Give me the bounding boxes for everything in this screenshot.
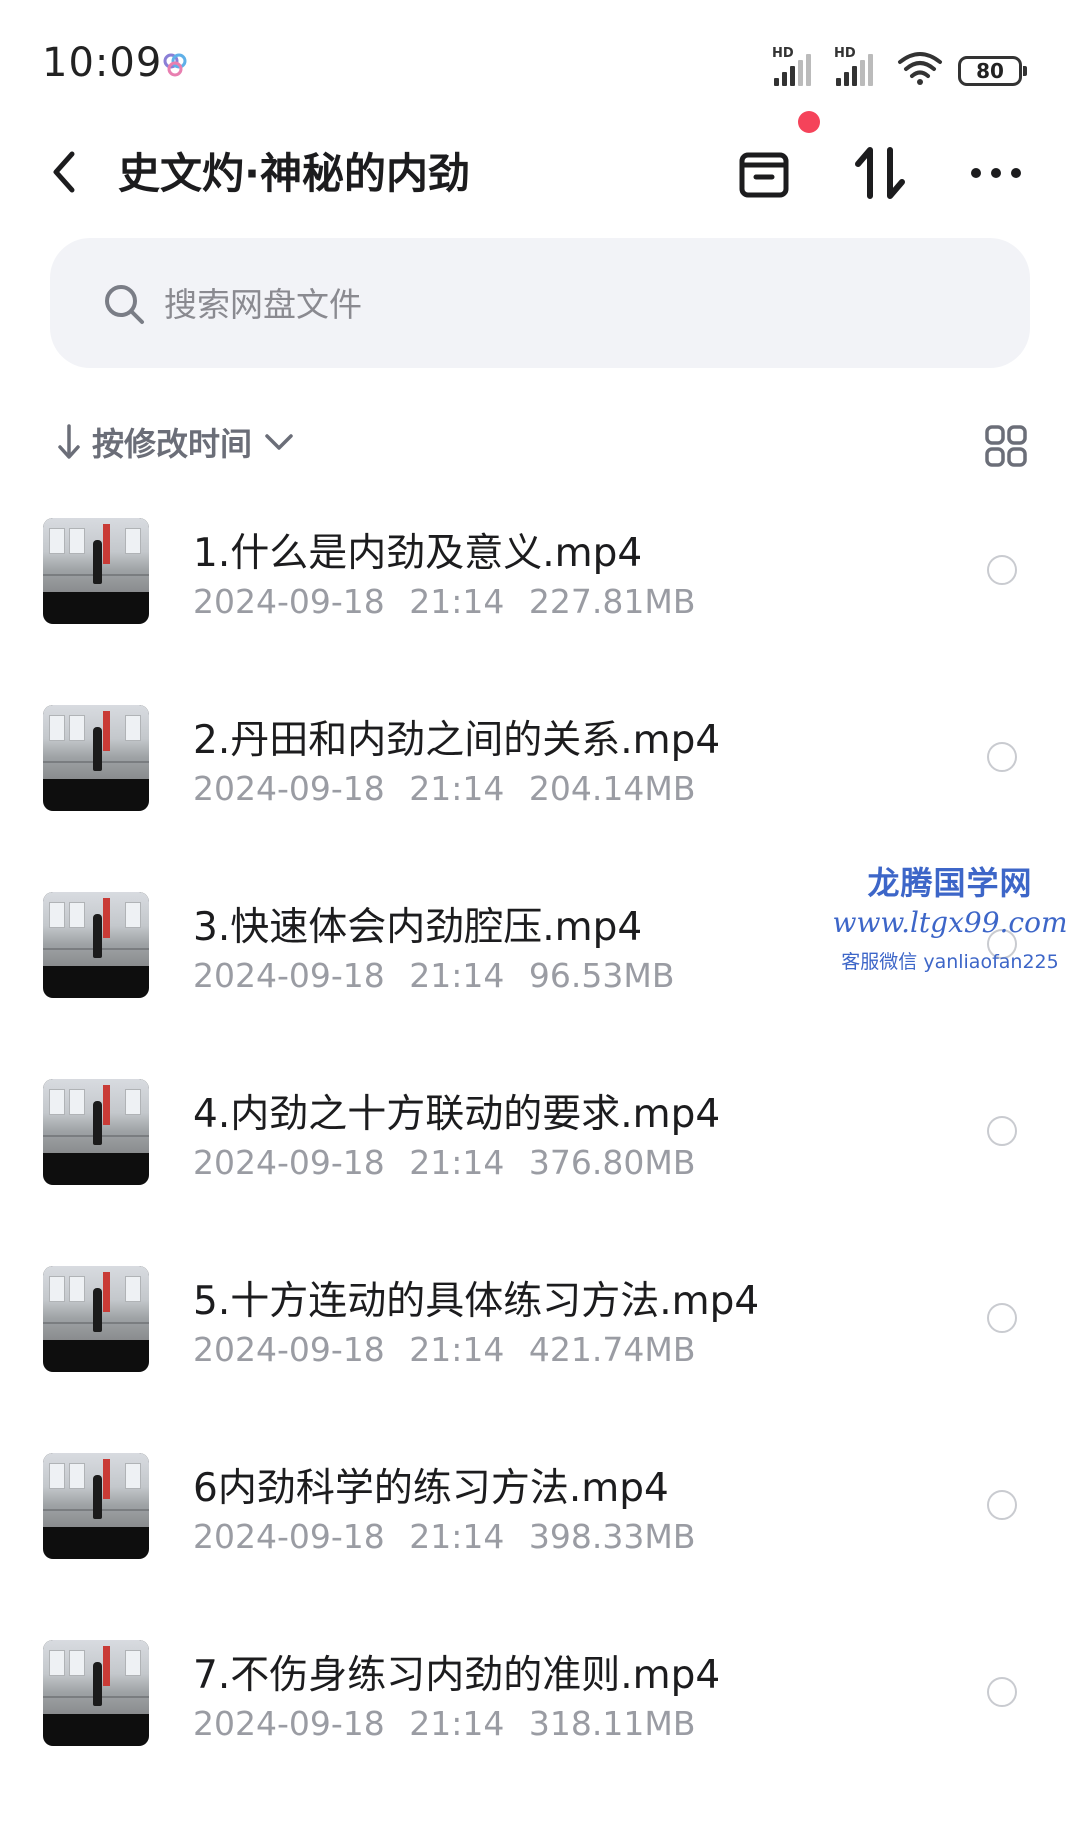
- file-row[interactable]: 3.快速体会内劲腔压.mp4 2024-09-18 21:14 96.53MB: [0, 874, 1080, 1024]
- file-meta: 2024-09-18 21:14 398.33MB: [193, 1517, 695, 1556]
- notification-dot: [798, 111, 820, 133]
- transfer-button[interactable]: [848, 138, 912, 208]
- archive-box-icon: [739, 152, 789, 198]
- select-radio[interactable]: [987, 1677, 1017, 1707]
- file-time: 21:14: [409, 769, 505, 808]
- video-thumbnail: [43, 1453, 149, 1559]
- file-name: 4.内劲之十方联动的要求.mp4: [193, 1092, 721, 1137]
- sort-label: 按修改时间: [92, 425, 253, 463]
- file-row[interactable]: 4.内劲之十方联动的要求.mp4 2024-09-18 21:14 376.80…: [0, 1061, 1080, 1211]
- file-size: 376.80MB: [528, 1143, 696, 1182]
- app-notification-icon: [163, 53, 187, 77]
- file-size: 227.81MB: [528, 582, 696, 621]
- file-time: 21:14: [409, 1704, 505, 1743]
- wifi-icon: [898, 52, 942, 85]
- file-meta: 2024-09-18 21:14 204.14MB: [193, 769, 695, 808]
- status-time: 10:09: [42, 40, 163, 86]
- file-name: 6内劲科学的练习方法.mp4: [193, 1466, 669, 1511]
- video-thumbnail: [43, 1266, 149, 1372]
- file-date: 2024-09-18: [193, 1517, 385, 1556]
- file-date: 2024-09-18: [193, 582, 385, 621]
- file-date: 2024-09-18: [193, 1330, 385, 1369]
- select-radio[interactable]: [987, 1303, 1017, 1333]
- app-header: 史文灼·神秘的内劲: [0, 120, 1080, 230]
- back-chevron-icon[interactable]: [44, 146, 84, 198]
- search-icon: [105, 285, 144, 324]
- more-dots-icon: [971, 168, 1021, 178]
- file-time: 21:14: [409, 956, 505, 995]
- select-radio[interactable]: [987, 1490, 1017, 1520]
- grid-view-icon[interactable]: [985, 425, 1027, 467]
- file-time: 21:14: [409, 582, 505, 621]
- select-radio[interactable]: [987, 929, 1017, 959]
- file-date: 2024-09-18: [193, 1704, 385, 1743]
- sort-bar: 按修改时间: [0, 415, 1080, 475]
- video-thumbnail: [43, 892, 149, 998]
- file-time: 21:14: [409, 1330, 505, 1369]
- file-size: 421.74MB: [528, 1330, 696, 1369]
- file-name: 2.丹田和内劲之间的关系.mp4: [193, 718, 721, 763]
- select-radio[interactable]: [987, 742, 1017, 772]
- search-input[interactable]: [162, 274, 966, 334]
- archive-button[interactable]: [732, 138, 796, 208]
- file-row[interactable]: 6内劲科学的练习方法.mp4 2024-09-18 21:14 398.33MB: [0, 1435, 1080, 1585]
- file-meta: 2024-09-18 21:14 376.80MB: [193, 1143, 695, 1182]
- select-radio[interactable]: [987, 1116, 1017, 1146]
- file-time: 21:14: [409, 1517, 505, 1556]
- file-row[interactable]: 7.不伤身练习内劲的准则.mp4 2024-09-18 21:14 318.11…: [0, 1622, 1080, 1772]
- more-button[interactable]: [964, 138, 1028, 208]
- transfer-arrows-icon: [855, 147, 905, 199]
- file-size: 398.33MB: [528, 1517, 696, 1556]
- video-thumbnail: [43, 1640, 149, 1746]
- battery-indicator: 80: [958, 56, 1027, 86]
- file-meta: 2024-09-18 21:14 421.74MB: [193, 1330, 695, 1369]
- signal-icon: HD: [772, 46, 820, 86]
- signal-icon: HD: [834, 46, 882, 86]
- file-name: 7.不伤身练习内劲的准则.mp4: [193, 1653, 721, 1698]
- file-meta: 2024-09-18 21:14 96.53MB: [193, 956, 674, 995]
- file-row[interactable]: 2.丹田和内劲之间的关系.mp4 2024-09-18 21:14 204.14…: [0, 687, 1080, 837]
- file-name: 1.什么是内劲及意义.mp4: [193, 531, 643, 576]
- file-size: 318.11MB: [528, 1704, 696, 1743]
- file-size: 96.53MB: [528, 956, 675, 995]
- file-meta: 2024-09-18 21:14 227.81MB: [193, 582, 695, 621]
- chevron-down-icon: [265, 434, 293, 450]
- select-radio[interactable]: [987, 555, 1017, 585]
- video-thumbnail: [43, 518, 149, 624]
- search-bar[interactable]: [50, 238, 1030, 368]
- file-row[interactable]: 1.什么是内劲及意义.mp4 2024-09-18 21:14 227.81MB: [0, 500, 1080, 650]
- file-name: 3.快速体会内劲腔压.mp4: [193, 905, 643, 950]
- file-row[interactable]: 5.十方连动的具体练习方法.mp4 2024-09-18 21:14 421.7…: [0, 1248, 1080, 1398]
- video-thumbnail: [43, 1079, 149, 1185]
- sort-button[interactable]: 按修改时间: [56, 419, 296, 465]
- file-date: 2024-09-18: [193, 1143, 385, 1182]
- file-size: 204.14MB: [528, 769, 696, 808]
- page-title: 史文灼·神秘的内劲: [118, 149, 470, 198]
- status-icons: HD HD 80: [772, 46, 1027, 86]
- file-date: 2024-09-18: [193, 769, 385, 808]
- status-bar: 10:09 HD HD 80: [0, 0, 1080, 120]
- arrow-down-icon: [58, 424, 80, 459]
- file-date: 2024-09-18: [193, 956, 385, 995]
- video-thumbnail: [43, 705, 149, 811]
- file-time: 21:14: [409, 1143, 505, 1182]
- file-meta: 2024-09-18 21:14 318.11MB: [193, 1704, 695, 1743]
- file-name: 5.十方连动的具体练习方法.mp4: [193, 1279, 760, 1324]
